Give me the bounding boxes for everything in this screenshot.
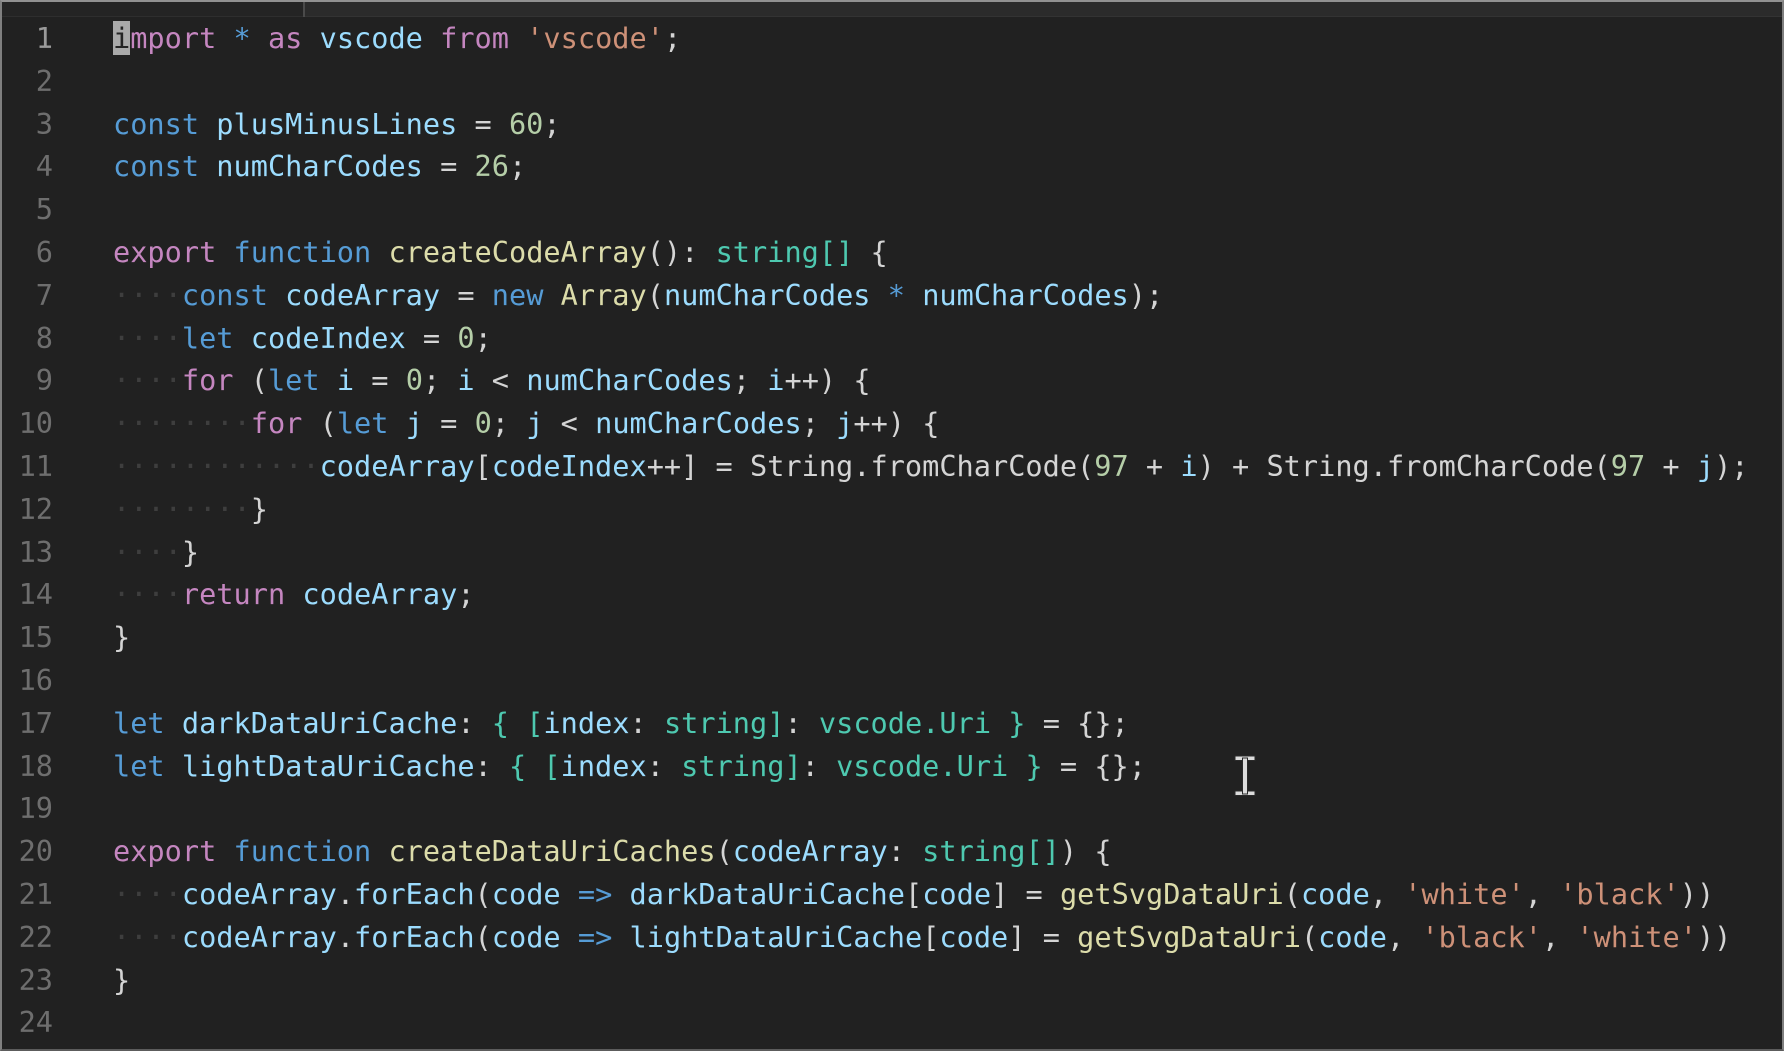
code-line-text: let darkDataUriCache: { [index: string]:… xyxy=(53,702,1782,745)
line-number[interactable]: 5 xyxy=(2,188,53,231)
code-line[interactable]: 11············codeArray[codeIndex++] = S… xyxy=(2,445,1782,488)
code-line[interactable]: 20export function createDataUriCaches(co… xyxy=(2,830,1782,873)
line-number[interactable]: 15 xyxy=(2,616,53,659)
code-line-text: } xyxy=(53,959,1782,1002)
line-number[interactable]: 17 xyxy=(2,702,53,745)
code-line[interactable]: 17let darkDataUriCache: { [index: string… xyxy=(2,702,1782,745)
line-number[interactable]: 2 xyxy=(2,60,53,103)
code-line-text: ····codeArray.forEach(code => lightDataU… xyxy=(53,916,1782,959)
line-number[interactable]: 6 xyxy=(2,231,53,274)
code-line[interactable]: 23} xyxy=(2,959,1782,1002)
code-line[interactable]: 24 xyxy=(2,1001,1782,1044)
code-line-text: } xyxy=(53,616,1782,659)
line-number[interactable]: 7 xyxy=(2,274,53,317)
line-number[interactable]: 18 xyxy=(2,745,53,788)
code-line[interactable]: 21····codeArray.forEach(code => darkData… xyxy=(2,873,1782,916)
line-number[interactable]: 12 xyxy=(2,488,53,531)
code-line-text: export function createCodeArray(): strin… xyxy=(53,231,1782,274)
line-number[interactable]: 1 xyxy=(2,17,53,60)
line-number[interactable]: 21 xyxy=(2,873,53,916)
code-line[interactable]: 12········} xyxy=(2,488,1782,531)
line-number[interactable]: 11 xyxy=(2,445,53,488)
code-lines: 1import * as vscode from 'vscode';23cons… xyxy=(2,17,1782,1044)
line-number[interactable]: 22 xyxy=(2,916,53,959)
code-line-text: ············codeArray[codeIndex++] = Str… xyxy=(53,445,1782,488)
text-cursor-block: i xyxy=(113,21,130,55)
code-line-text: ········} xyxy=(53,488,1782,531)
line-number[interactable]: 13 xyxy=(2,531,53,574)
code-line-text xyxy=(53,659,1782,702)
tab-bar-background xyxy=(305,2,1782,17)
code-line-text xyxy=(53,188,1782,231)
tab-bar xyxy=(2,2,1782,17)
code-line[interactable]: 5 xyxy=(2,188,1782,231)
code-line-text xyxy=(53,60,1782,103)
code-line[interactable]: 13····} xyxy=(2,531,1782,574)
code-line-text: export function createDataUriCaches(code… xyxy=(53,830,1782,873)
code-line[interactable]: 18let lightDataUriCache: { [index: strin… xyxy=(2,745,1782,788)
code-line-text xyxy=(53,787,1782,830)
code-line[interactable]: 9····for (let i = 0; i < numCharCodes; i… xyxy=(2,359,1782,402)
line-number[interactable]: 3 xyxy=(2,103,53,146)
line-number[interactable]: 14 xyxy=(2,573,53,616)
code-editor[interactable]: 1import * as vscode from 'vscode';23cons… xyxy=(2,17,1782,1049)
code-line-text: ········for (let j = 0; j < numCharCodes… xyxy=(53,402,1782,445)
code-line-text: ····return codeArray; xyxy=(53,573,1782,616)
code-line[interactable]: 6export function createCodeArray(): stri… xyxy=(2,231,1782,274)
code-line-text: ····const codeArray = new Array(numCharC… xyxy=(53,274,1782,317)
line-number[interactable]: 16 xyxy=(2,659,53,702)
code-line[interactable]: 16 xyxy=(2,659,1782,702)
code-line[interactable]: 10········for (let j = 0; j < numCharCod… xyxy=(2,402,1782,445)
code-line-text: const plusMinusLines = 60; xyxy=(53,103,1782,146)
line-number[interactable]: 10 xyxy=(2,402,53,445)
code-line[interactable]: 8····let codeIndex = 0; xyxy=(2,317,1782,360)
code-line-text: ····for (let i = 0; i < numCharCodes; i+… xyxy=(53,359,1782,402)
code-line[interactable]: 2 xyxy=(2,60,1782,103)
code-line-text: ····} xyxy=(53,531,1782,574)
code-line-text: let lightDataUriCache: { [index: string]… xyxy=(53,745,1782,788)
line-number[interactable]: 9 xyxy=(2,359,53,402)
code-line-text: import * as vscode from 'vscode'; xyxy=(53,17,1782,60)
code-line[interactable]: 1import * as vscode from 'vscode'; xyxy=(2,17,1782,60)
code-line-text: ····codeArray.forEach(code => darkDataUr… xyxy=(53,873,1782,916)
line-number[interactable]: 24 xyxy=(2,1001,53,1044)
editor-window: 1import * as vscode from 'vscode';23cons… xyxy=(0,0,1784,1051)
code-line[interactable]: 22····codeArray.forEach(code => lightDat… xyxy=(2,916,1782,959)
line-number[interactable]: 19 xyxy=(2,787,53,830)
line-number[interactable]: 8 xyxy=(2,317,53,360)
code-line[interactable]: 4const numCharCodes = 26; xyxy=(2,145,1782,188)
active-tab-remnant[interactable] xyxy=(2,2,303,17)
code-line[interactable]: 3const plusMinusLines = 60; xyxy=(2,103,1782,146)
line-number[interactable]: 20 xyxy=(2,830,53,873)
code-line[interactable]: 7····const codeArray = new Array(numChar… xyxy=(2,274,1782,317)
code-line[interactable]: 19 xyxy=(2,787,1782,830)
line-number[interactable]: 23 xyxy=(2,959,53,1002)
line-number[interactable]: 4 xyxy=(2,145,53,188)
code-line-text: const numCharCodes = 26; xyxy=(53,145,1782,188)
code-line-text: ····let codeIndex = 0; xyxy=(53,317,1782,360)
code-line[interactable]: 15} xyxy=(2,616,1782,659)
code-line-text xyxy=(53,1001,1782,1044)
code-line[interactable]: 14····return codeArray; xyxy=(2,573,1782,616)
